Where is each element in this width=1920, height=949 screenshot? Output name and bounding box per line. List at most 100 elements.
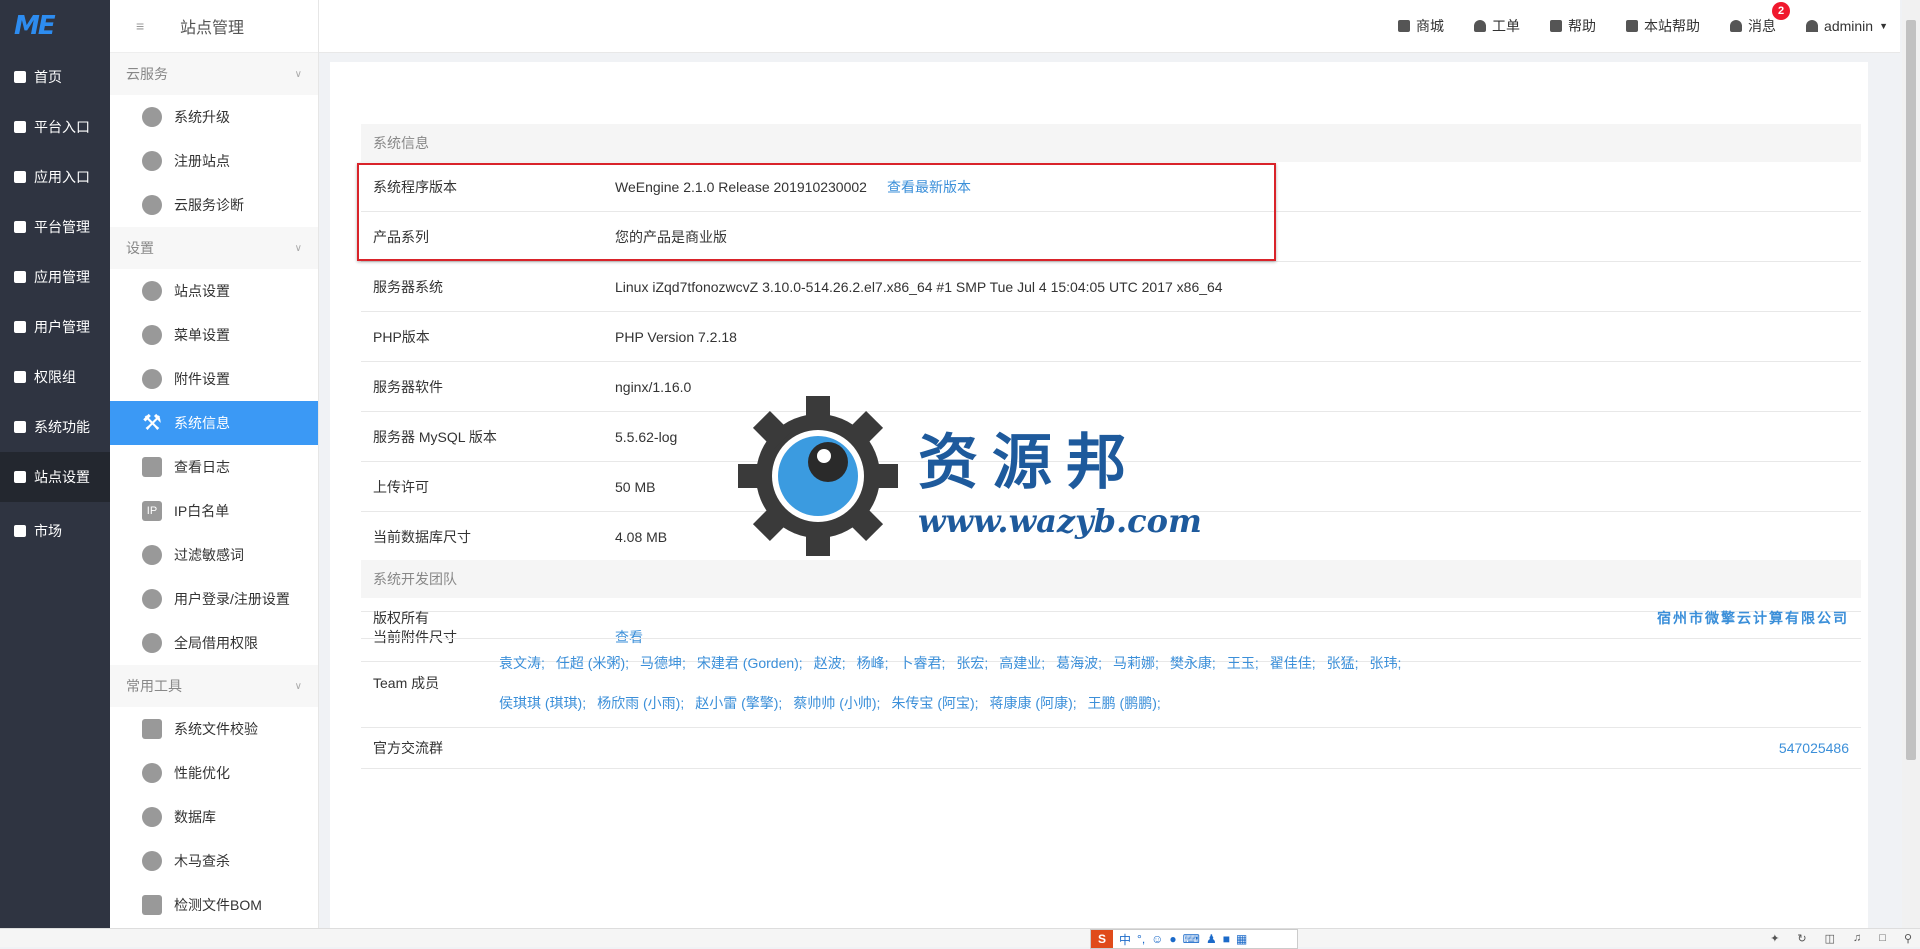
sidebar-item-label: 系统升级: [174, 109, 230, 125]
team-member[interactable]: 翟佳佳;: [1270, 655, 1316, 671]
info-link[interactable]: 查看最新版本: [887, 179, 971, 195]
user-menu[interactable]: adminin ▼: [1806, 18, 1888, 34]
nav-item-8[interactable]: 站点设置: [0, 452, 110, 502]
team-member[interactable]: 赵小雷 (擎擎);: [695, 695, 782, 711]
nav-item-7[interactable]: 系统功能: [0, 402, 110, 452]
sidebar-item-1-8[interactable]: 全局借用权限: [110, 621, 318, 665]
shop-icon: [12, 523, 28, 539]
nav-item-3[interactable]: 平台管理: [0, 202, 110, 252]
trash-icon[interactable]: ◫: [1825, 932, 1835, 945]
team-member[interactable]: 高建业;: [999, 655, 1045, 671]
ime-skin-icon[interactable]: ■: [1223, 932, 1230, 946]
team-heading: 系统开发团队: [361, 560, 1861, 598]
company-link[interactable]: 宿州市微擎云计算有限公司: [615, 608, 1861, 628]
team-member[interactable]: 朱传宝 (阿宝);: [891, 695, 978, 711]
nav-item-label: 用户管理: [34, 319, 90, 335]
sidebar-item-2-0[interactable]: 系统文件校验: [110, 707, 318, 751]
team-member[interactable]: 蒋康康 (阿康);: [990, 695, 1077, 711]
sidebar-group-label: 设置: [126, 240, 154, 256]
team-member[interactable]: 卜睿君;: [899, 655, 945, 671]
sidebar-item-1-3[interactable]: ⚒ 系统信息: [110, 401, 318, 445]
sidebar-item-1-4[interactable]: 查看日志: [110, 445, 318, 489]
sidebar-item-2-4[interactable]: 检测文件BOM: [110, 883, 318, 927]
window-icon[interactable]: □: [1879, 932, 1886, 944]
ime-toolbar[interactable]: S 中 °, ☺ ● ⌨ ♟ ■ ▦: [1090, 929, 1298, 949]
team-member[interactable]: 赵波;: [814, 655, 846, 671]
nav-item-1[interactable]: 平台入口: [0, 102, 110, 152]
menu-item-icon: [142, 589, 162, 609]
sound-icon[interactable]: ♫: [1853, 932, 1861, 944]
team-member[interactable]: 侯琪琪 (琪琪);: [499, 695, 586, 711]
sidebar-item-1-6[interactable]: 过滤敏感词: [110, 533, 318, 577]
hamburger-icon[interactable]: ≡: [136, 18, 150, 34]
sidebar-group-1[interactable]: 设置 ∨: [110, 227, 318, 269]
shop-icon: [1398, 20, 1411, 32]
scrollbar-thumb[interactable]: [1906, 20, 1916, 760]
ime-keyboard-icon[interactable]: ⌨: [1183, 932, 1200, 946]
sidebar-item-1-2[interactable]: 附件设置: [110, 357, 318, 401]
top-link-4[interactable]: 消息 2: [1730, 2, 1791, 36]
team-member[interactable]: 任超 (米粥);: [556, 655, 629, 671]
team-member[interactable]: 宋建君 (Gorden);: [697, 655, 803, 671]
sidebar-item-1-7[interactable]: 用户登录/注册设置: [110, 577, 318, 621]
nav-item-label: 应用管理: [34, 269, 90, 285]
top-link-0[interactable]: 商城: [1398, 16, 1444, 36]
sidebar-item-1-1[interactable]: 菜单设置: [110, 313, 318, 357]
sidebar-item-2-3[interactable]: 木马查杀: [110, 839, 318, 883]
menu-item-icon: [142, 281, 162, 301]
menu-item-icon: [142, 369, 162, 389]
sidebar-item-2-2[interactable]: 数据库: [110, 795, 318, 839]
nav-item-4[interactable]: 应用管理: [0, 252, 110, 302]
team-member[interactable]: 杨峰;: [857, 655, 889, 671]
team-member[interactable]: 马莉娜;: [1113, 655, 1159, 671]
team-member[interactable]: 张玮;: [1370, 655, 1402, 671]
group-number[interactable]: 547025486: [615, 740, 1861, 756]
team-member[interactable]: 袁文涛;: [499, 655, 545, 671]
ime-emoji-icon[interactable]: ☺: [1151, 932, 1163, 946]
nav-item-6[interactable]: 权限组: [0, 352, 110, 402]
top-link-2[interactable]: 帮助: [1550, 16, 1596, 36]
sidebar-item-0-0[interactable]: 系统升级: [110, 95, 318, 139]
sidebar-item-0-1[interactable]: 注册站点: [110, 139, 318, 183]
search-icon[interactable]: ⚲: [1904, 932, 1912, 945]
sidebar-group-2[interactable]: 常用工具 ∨: [110, 665, 318, 707]
page-scrollbar[interactable]: [1902, 0, 1920, 928]
info-value: Linux iZqd7tfonozwcvZ 3.10.0-514.26.2.el…: [615, 279, 1861, 295]
team-member[interactable]: 樊永康;: [1170, 655, 1216, 671]
home-icon: [12, 69, 28, 85]
ime-punct-icon[interactable]: °,: [1137, 932, 1145, 946]
nav-item-5[interactable]: 用户管理: [0, 302, 110, 352]
team-member[interactable]: 王玉;: [1227, 655, 1259, 671]
team-member[interactable]: 王鹏 (鹏鹏);: [1088, 695, 1161, 711]
menu-item-icon: [142, 763, 162, 783]
sidebar-item-1-5[interactable]: IP IP白名单: [110, 489, 318, 533]
team-member[interactable]: 马德坤;: [640, 655, 686, 671]
ime-mode[interactable]: 中: [1119, 931, 1131, 948]
team-member[interactable]: 杨欣雨 (小雨);: [597, 695, 684, 711]
logo[interactable]: ME: [0, 0, 110, 52]
team-member[interactable]: 蔡帅帅 (小帅);: [793, 695, 880, 711]
top-link-3[interactable]: 本站帮助: [1626, 16, 1700, 36]
sidebar-item-0-2[interactable]: 云服务诊断: [110, 183, 318, 227]
top-link-1[interactable]: 工单: [1474, 16, 1520, 36]
ime-mic-icon[interactable]: ●: [1169, 932, 1176, 946]
nav-item-label: 权限组: [34, 369, 76, 385]
ime-grid-icon[interactable]: ▦: [1236, 932, 1247, 946]
watermark-url: www.wazyb.com: [918, 502, 1202, 540]
nav-item-9[interactable]: 市场: [0, 506, 110, 556]
sidebar-item-2-1[interactable]: 性能优化: [110, 751, 318, 795]
pin-icon[interactable]: ✦: [1770, 932, 1779, 945]
system-info-heading: 系统信息: [361, 124, 1861, 162]
team-member[interactable]: 张猛;: [1327, 655, 1359, 671]
menu-item-icon: [142, 851, 162, 871]
info-value-text: 您的产品是商业版: [615, 228, 727, 245]
nav-item-0[interactable]: 首页: [0, 52, 110, 102]
info-key: 服务器 MySQL 版本: [373, 428, 497, 445]
team-member[interactable]: 张宏;: [956, 655, 988, 671]
team-member[interactable]: 葛海波;: [1056, 655, 1102, 671]
sidebar-item-1-0[interactable]: 站点设置: [110, 269, 318, 313]
sidebar-group-0[interactable]: 云服务 ∨: [110, 53, 318, 95]
ime-user-icon[interactable]: ♟: [1206, 932, 1217, 946]
refresh-icon[interactable]: ↻: [1797, 932, 1806, 945]
nav-item-2[interactable]: 应用入口: [0, 152, 110, 202]
